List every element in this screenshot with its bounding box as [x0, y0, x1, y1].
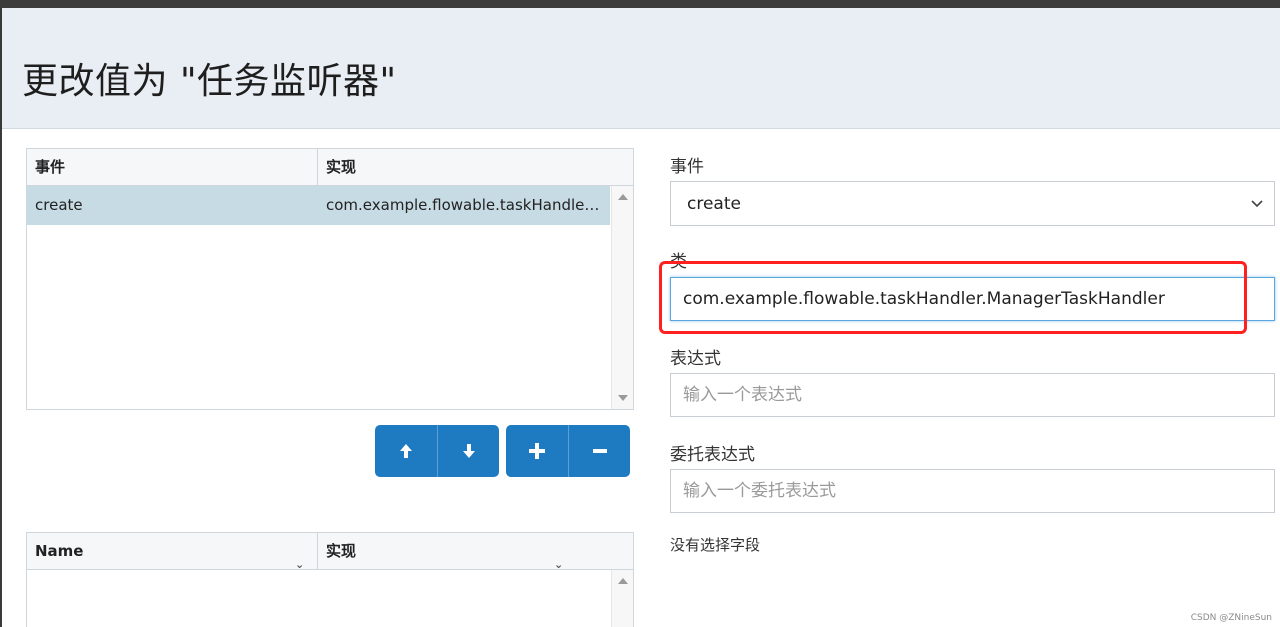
delegate-expression-input[interactable]: 输入一个委托表达式 [670, 469, 1275, 513]
no-field-selected-text: 没有选择字段 [670, 536, 761, 554]
move-up-button[interactable] [375, 425, 437, 477]
move-button-group [375, 425, 499, 477]
remove-listener-button[interactable] [568, 425, 630, 477]
arrow-down-icon [462, 444, 475, 458]
move-down-button[interactable] [437, 425, 499, 477]
delegate-expression-label: 委托表达式 [670, 445, 755, 465]
expression-label: 表达式 [670, 349, 721, 369]
class-label: 类 [670, 252, 687, 272]
chevron-down-icon[interactable]: ⌄ [554, 546, 563, 583]
scroll-up-arrow-icon[interactable] [618, 578, 628, 584]
fields-grid: Name ⌄ 实现 ⌄ [26, 532, 634, 627]
row-implementation-cell: com.example.flowable.taskHandler.Manager… [326, 196, 610, 214]
modal-title: 更改值为 "任务监听器" [22, 61, 397, 102]
column-header-field-implementation-label: 实现 [326, 542, 357, 560]
background-strip [0, 0, 1280, 8]
add-remove-button-group [506, 425, 630, 477]
event-select-value: create [687, 194, 741, 214]
row-event-cell: create [35, 196, 83, 214]
plus-icon [529, 443, 545, 459]
listeners-grid: 事件 实现 create com.example.flowable.taskHa… [26, 148, 634, 410]
column-header-field-implementation[interactable]: 实现 ⌄ [318, 533, 633, 571]
arrow-up-icon [400, 444, 412, 458]
column-header-name[interactable]: Name ⌄ [27, 533, 318, 571]
column-header-implementation[interactable]: 实现 [318, 149, 633, 186]
add-listener-button[interactable] [506, 425, 568, 477]
watermark: CSDN @ZNineSun [1190, 613, 1272, 623]
listeners-grid-scrollbar[interactable] [611, 186, 633, 409]
modal-header: 更改值为 "任务监听器" [2, 8, 1280, 129]
scroll-down-arrow-icon[interactable] [618, 395, 628, 401]
event-label: 事件 [670, 157, 704, 177]
fields-grid-scrollbar[interactable] [611, 570, 633, 627]
listeners-grid-header: 事件 实现 [27, 149, 633, 186]
column-header-event[interactable]: 事件 [27, 149, 318, 186]
event-select[interactable]: create [670, 181, 1275, 226]
chevron-down-icon[interactable]: ⌄ [295, 546, 304, 583]
minus-icon [592, 449, 607, 453]
column-header-name-label: Name [35, 542, 84, 560]
expression-input[interactable]: 输入一个表达式 [670, 373, 1275, 417]
fields-grid-header: Name ⌄ 实现 ⌄ [27, 533, 633, 571]
table-row[interactable]: create com.example.flowable.taskHandler.… [27, 186, 610, 225]
scroll-up-arrow-icon[interactable] [618, 194, 628, 200]
class-input[interactable]: com.example.flowable.taskHandler.Manager… [670, 277, 1275, 321]
chevron-down-icon [1251, 200, 1263, 208]
